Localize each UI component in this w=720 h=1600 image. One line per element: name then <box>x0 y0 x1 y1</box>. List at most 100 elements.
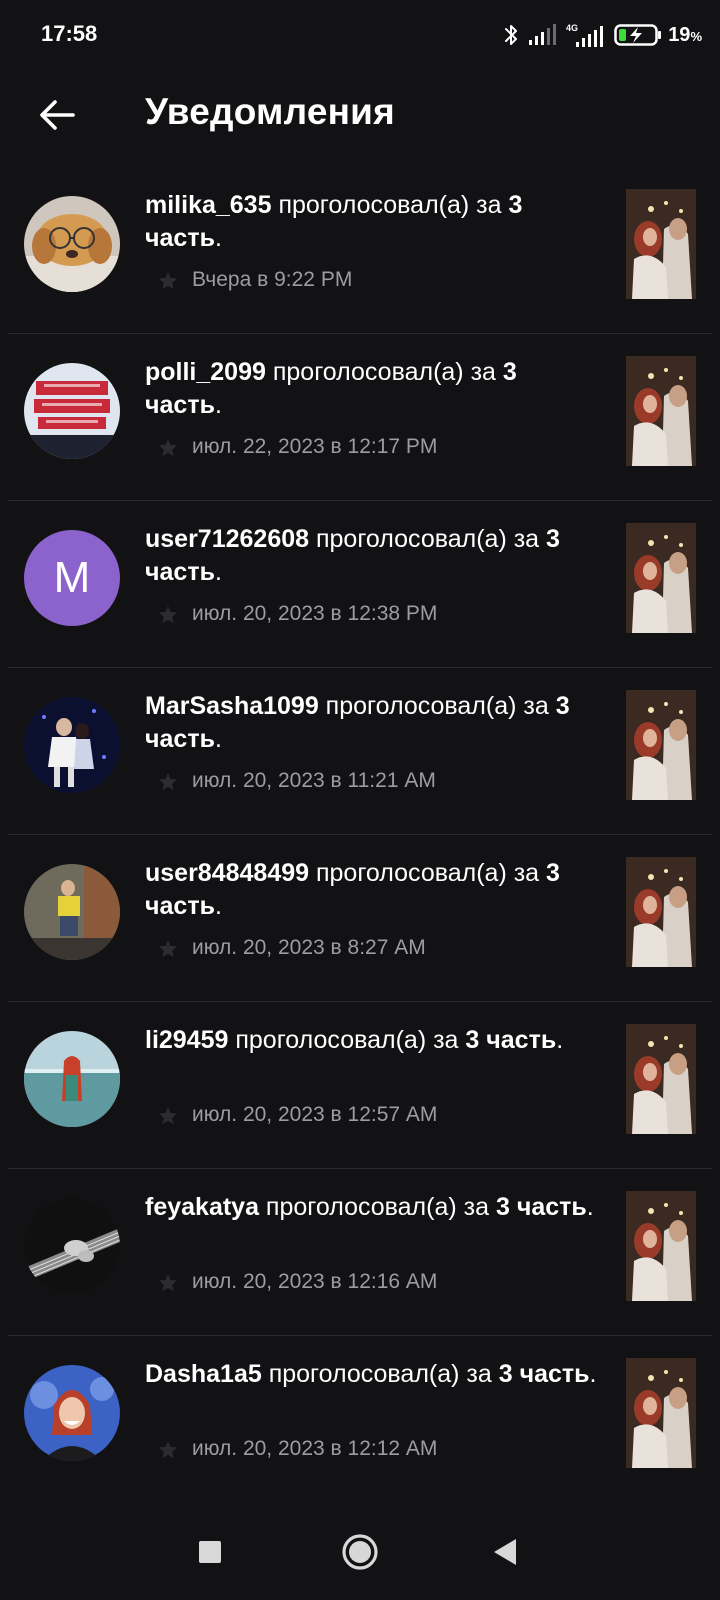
back-button[interactable] <box>30 88 84 142</box>
star-icon <box>158 1273 178 1291</box>
timestamp: июл. 20, 2023 в 12:12 AM <box>192 1437 438 1460</box>
avatar[interactable] <box>24 1198 120 1294</box>
notification-item[interactable]: Dasha1a5 проголосовал(а) за 3 часть. июл… <box>0 1336 720 1503</box>
story-cover-thumbnail[interactable] <box>626 1191 696 1301</box>
part-number: 3 <box>546 525 560 553</box>
bluetooth-icon <box>505 25 518 45</box>
star-icon <box>158 438 178 456</box>
timestamp: июл. 20, 2023 в 12:16 AM <box>192 1270 438 1293</box>
part-word: часть <box>145 558 215 586</box>
notification-meta: Вчера в 9:22 PM <box>158 268 352 292</box>
status-icons: 4G 19% <box>504 20 702 50</box>
notification-text: li29459 проголосовал(а) за 3 часть. <box>145 1026 564 1054</box>
timestamp: июл. 20, 2023 в 12:38 PM <box>192 602 438 625</box>
timestamp: июл. 20, 2023 в 11:21 AM <box>192 769 436 792</box>
system-nav-bar <box>0 1500 720 1600</box>
star-icon <box>158 939 178 957</box>
notification-meta: июл. 20, 2023 в 8:27 AM <box>158 936 426 960</box>
notification-item[interactable]: li29459 проголосовал(а) за 3 часть. июл.… <box>0 1002 720 1169</box>
timestamp: июл. 20, 2023 в 12:57 AM <box>192 1103 438 1126</box>
part-word: часть <box>486 1026 557 1054</box>
story-cover-thumbnail[interactable] <box>626 1024 696 1134</box>
notification-text: user71262608 проголосовал(а) за 3 часть. <box>145 525 560 586</box>
notification-item[interactable]: MarSasha1099 проголосовал(а) за 3 часть.… <box>0 668 720 835</box>
timestamp: июл. 20, 2023 в 8:27 AM <box>192 936 426 959</box>
home-button[interactable] <box>340 1532 380 1572</box>
star-icon <box>158 1440 178 1458</box>
timestamp: Вчера в 9:22 PM <box>192 268 353 291</box>
part-word: часть <box>145 391 215 419</box>
signal-4g-icon: 4G <box>566 23 604 47</box>
arrow-left-icon <box>40 100 75 130</box>
avatar-letter: M <box>24 530 120 626</box>
circle-home-icon <box>342 1534 378 1570</box>
story-cover-thumbnail[interactable] <box>626 857 696 967</box>
part-word: часть <box>516 1193 587 1221</box>
username[interactable]: polli_2099 <box>145 358 266 386</box>
notification-list: milika_635 проголосовал(а) за 3 часть. В… <box>0 167 720 1503</box>
story-cover-thumbnail[interactable] <box>626 1358 696 1468</box>
notification-item[interactable]: milika_635 проголосовал(а) за 3 часть. В… <box>0 167 720 334</box>
notification-text: user84848499 проголосовал(а) за 3 часть. <box>145 859 560 920</box>
notification-text: MarSasha1099 проголосовал(а) за 3 часть. <box>145 692 570 753</box>
status-time: 17:58 <box>41 21 98 46</box>
notification-item[interactable]: feyakatya проголосовал(а) за 3 часть. ию… <box>0 1169 720 1336</box>
part-number: 3 <box>555 692 570 720</box>
username[interactable]: Dasha1a5 <box>145 1360 262 1388</box>
story-cover-thumbnail[interactable] <box>626 690 696 800</box>
part-number: 3 <box>502 358 517 386</box>
notification-meta: июл. 20, 2023 в 12:38 PM <box>158 602 437 626</box>
system-back-button[interactable] <box>485 1532 525 1572</box>
notification-text: feyakatya проголосовал(а) за 3 часть. <box>145 1193 594 1221</box>
battery-percent: 19% <box>668 23 702 46</box>
username[interactable]: MarSasha1099 <box>145 692 319 720</box>
notification-item[interactable]: polli_2099 проголосовал(а) за 3 часть. и… <box>0 334 720 501</box>
username[interactable]: milika_635 <box>145 191 272 219</box>
story-cover-thumbnail[interactable] <box>626 189 696 299</box>
recents-button[interactable] <box>190 1532 230 1572</box>
star-icon <box>158 605 178 623</box>
avatar[interactable] <box>24 196 120 292</box>
story-cover-thumbnail[interactable] <box>626 356 696 466</box>
star-icon <box>158 1106 178 1124</box>
battery-indicator: 19% <box>614 24 702 47</box>
timestamp: июл. 22, 2023 в 12:17 PM <box>192 435 438 458</box>
part-number: 3 <box>546 859 560 887</box>
avatar[interactable] <box>24 697 120 793</box>
square-recents-icon <box>199 1541 221 1563</box>
notification-text: polli_2099 проголосовал(а) за 3 часть. <box>145 358 517 419</box>
notification-meta: июл. 20, 2023 в 12:16 AM <box>158 1270 437 1294</box>
network-label: 4G <box>566 23 578 33</box>
part-number: 3 <box>495 1193 510 1221</box>
username[interactable]: user84848499 <box>145 859 309 887</box>
part-word: часть <box>145 725 215 753</box>
notification-meta: июл. 20, 2023 в 11:21 AM <box>158 769 436 793</box>
avatar[interactable] <box>24 1031 120 1127</box>
story-cover-thumbnail[interactable] <box>626 523 696 633</box>
notification-item[interactable]: user84848499 проголосовал(а) за 3 часть.… <box>0 835 720 1002</box>
notification-item[interactable]: M user71262608 проголосовал(а) за 3 част… <box>0 501 720 668</box>
triangle-back-icon <box>494 1539 516 1565</box>
part-number: 3 <box>465 1026 480 1054</box>
part-word: часть <box>145 224 215 252</box>
notification-text: milika_635 проголосовал(а) за 3 часть. <box>145 191 523 252</box>
avatar[interactable] <box>24 1365 120 1461</box>
part-number: 3 <box>498 1360 513 1388</box>
part-number: 3 <box>508 191 523 219</box>
username[interactable]: user71262608 <box>145 525 309 553</box>
avatar[interactable]: M <box>24 530 120 626</box>
avatar[interactable] <box>24 363 120 459</box>
notification-text: Dasha1a5 проголосовал(а) за 3 часть. <box>145 1360 597 1388</box>
notification-meta: июл. 20, 2023 в 12:12 AM <box>158 1437 437 1461</box>
status-bar: 17:58 4G 19% <box>0 0 720 70</box>
avatar[interactable] <box>24 864 120 960</box>
username[interactable]: li29459 <box>145 1026 228 1054</box>
part-word: часть <box>145 892 215 920</box>
page-title: Уведомления <box>145 91 395 132</box>
notification-meta: июл. 22, 2023 в 12:17 PM <box>158 435 437 459</box>
username[interactable]: feyakatya <box>145 1193 259 1221</box>
star-icon <box>158 772 178 790</box>
battery-charging-icon <box>614 24 662 46</box>
notifications-screen: 17:58 4G 19% Уведомления milika_635 прог… <box>0 0 720 1600</box>
app-header: Уведомления <box>0 70 720 160</box>
